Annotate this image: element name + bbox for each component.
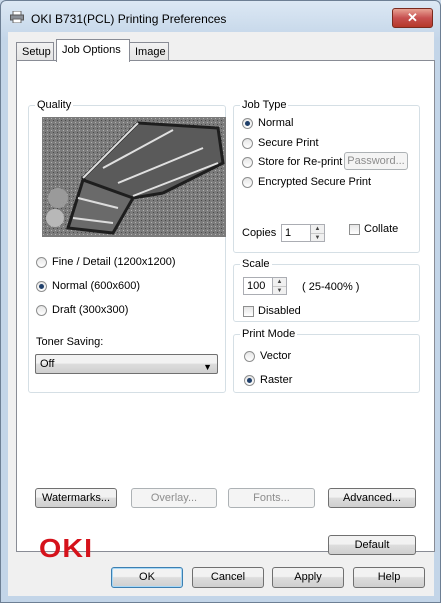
collate-label: Collate: [364, 223, 399, 235]
job-store-reprint-radio[interactable]: Store for Re-print: [242, 156, 342, 168]
scale-disabled-checkbox[interactable]: Disabled: [243, 305, 301, 317]
job-store-reprint-label: Store for Re-print: [258, 156, 343, 168]
scale-range-text: ( 25-400% ): [302, 281, 360, 293]
job-normal-radio[interactable]: Normal: [242, 117, 293, 129]
tab-setup[interactable]: Setup: [16, 42, 54, 62]
print-mode-vector-label: Vector: [260, 350, 292, 362]
help-button[interactable]: Help: [353, 567, 425, 588]
job-secure-print-radio[interactable]: Secure Print: [242, 137, 319, 149]
quality-draft-label: Draft (300x300): [52, 304, 129, 316]
job-type-group-label: Job Type: [240, 99, 289, 111]
quality-normal-radio[interactable]: Normal (600x600): [36, 280, 140, 292]
checkbox-box: [349, 223, 360, 235]
oki-logo: OKI: [39, 533, 94, 563]
quality-preview-image: [42, 117, 226, 237]
fonts-button[interactable]: Fonts...: [228, 488, 315, 508]
radio-indicator: [36, 256, 47, 268]
spin-down-icon[interactable]: ▼: [273, 287, 286, 295]
scale-input[interactable]: 100: [243, 277, 273, 295]
close-button[interactable]: ✕: [392, 8, 433, 28]
scale-group-label: Scale: [240, 258, 272, 270]
radio-indicator-selected: [242, 117, 253, 129]
title-bar: OKI B731(PCL) Printing Preferences ✕: [1, 1, 440, 35]
job-encrypted-secure-print-radio[interactable]: Encrypted Secure Print: [242, 176, 371, 188]
printer-icon: [10, 11, 24, 23]
quality-group-label: Quality: [35, 99, 74, 111]
scale-disabled-label: Disabled: [258, 305, 301, 317]
job-normal-label: Normal: [258, 117, 294, 129]
print-mode-raster-radio[interactable]: Raster: [244, 374, 292, 386]
password-button[interactable]: Password...: [344, 152, 408, 170]
toner-saving-select[interactable]: Off ▼: [35, 354, 218, 374]
quality-fine-radio[interactable]: Fine / Detail (1200x1200): [36, 256, 176, 268]
checkbox-box: [243, 305, 254, 317]
ok-button[interactable]: OK: [111, 567, 183, 588]
copies-spinner[interactable]: ▲ ▼: [310, 224, 325, 242]
close-icon: ✕: [407, 10, 418, 25]
radio-indicator: [244, 350, 255, 362]
radio-indicator: [242, 156, 253, 168]
apply-button[interactable]: Apply: [272, 567, 344, 588]
advanced-button[interactable]: Advanced...: [328, 488, 416, 508]
spin-up-icon[interactable]: ▲: [311, 225, 324, 234]
tab-job-options[interactable]: Job Options: [56, 39, 130, 62]
copies-label: Copies: [242, 227, 277, 239]
collate-checkbox[interactable]: Collate: [349, 223, 398, 235]
scale-spinner[interactable]: ▲ ▼: [272, 277, 287, 295]
toner-saving-value: Off: [40, 358, 55, 370]
job-options-panel: Quality Fine / Detail (1200x1200) Normal…: [16, 60, 435, 563]
print-mode-group-label: Print Mode: [240, 328, 298, 340]
cancel-button[interactable]: Cancel: [192, 567, 264, 588]
overlay-button[interactable]: Overlay...: [131, 488, 217, 508]
tab-image[interactable]: Image: [129, 42, 169, 62]
radio-indicator: [242, 176, 253, 188]
chevron-down-icon: ▼: [203, 362, 212, 372]
print-mode-raster-label: Raster: [260, 374, 293, 386]
quality-normal-label: Normal (600x600): [52, 280, 141, 292]
quality-fine-label: Fine / Detail (1200x1200): [52, 256, 176, 268]
radio-indicator-selected: [244, 374, 255, 386]
dialog-client-area: Setup Job Options Image Quality Fine / D…: [8, 32, 435, 596]
print-mode-vector-radio[interactable]: Vector: [244, 350, 291, 362]
radio-indicator: [36, 304, 47, 316]
radio-indicator: [242, 137, 253, 149]
toner-saving-label: Toner Saving:: [36, 336, 104, 348]
spin-up-icon[interactable]: ▲: [273, 278, 286, 287]
default-button[interactable]: Default: [328, 535, 416, 555]
spin-down-icon[interactable]: ▼: [311, 234, 324, 242]
copies-input[interactable]: 1: [281, 224, 311, 242]
radio-indicator-selected: [36, 280, 47, 292]
watermarks-button[interactable]: Watermarks...: [35, 488, 117, 508]
quality-draft-radio[interactable]: Draft (300x300): [36, 304, 128, 316]
window-title: OKI B731(PCL) Printing Preferences: [31, 12, 227, 26]
printing-preferences-window: OKI B731(PCL) Printing Preferences ✕ Set…: [0, 0, 441, 603]
job-encrypted-secure-print-label: Encrypted Secure Print: [258, 176, 372, 188]
job-secure-print-label: Secure Print: [258, 137, 319, 149]
